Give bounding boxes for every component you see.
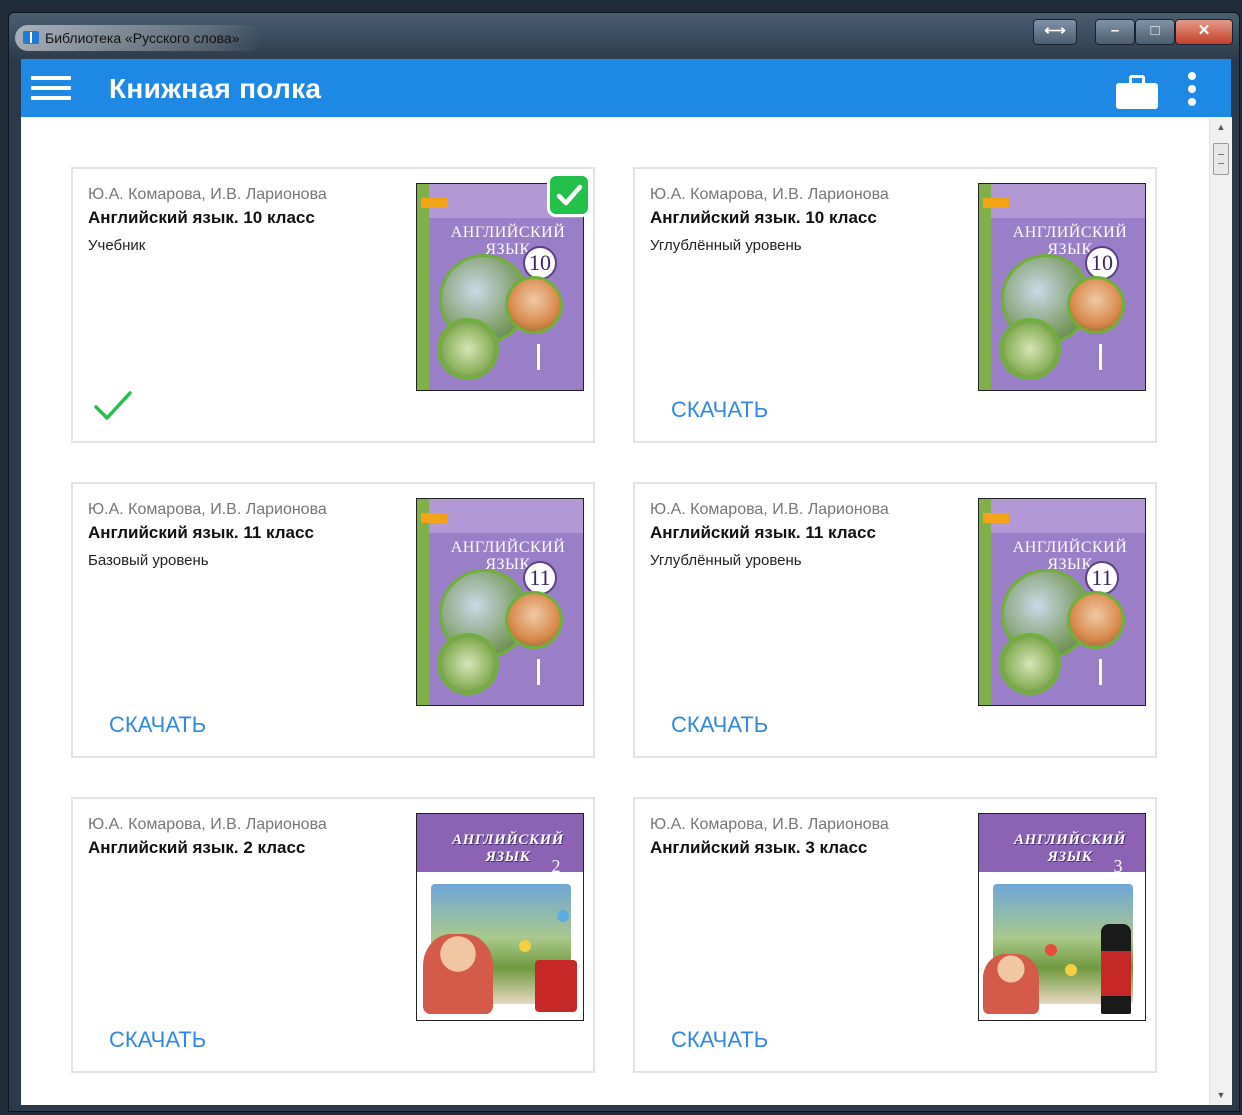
app-bar: Книжная полка [21, 59, 1231, 117]
download-button[interactable]: СКАЧАТЬ [671, 397, 768, 423]
download-button[interactable]: СКАЧАТЬ [671, 712, 768, 738]
book-title: Английский язык. 11 класс [88, 523, 314, 542]
cover-title: АНГЛИЙСКИЙ ЯЗЫК [450, 224, 566, 258]
cover-grade: 10 [523, 246, 557, 280]
book-cover[interactable]: АНГЛИЙСКИЙ ЯЗЫК 11 [416, 498, 584, 706]
vertical-scrollbar[interactable]: ▲ ▼ [1209, 117, 1232, 1105]
book-card[interactable]: Ю.А. Комарова, И.В. Ларионова Английский… [71, 482, 595, 758]
scroll-up-arrow-icon[interactable]: ▲ [1210, 117, 1232, 137]
hamburger-menu-icon[interactable] [31, 76, 71, 100]
book-subtitle: Углублённый уровень [650, 237, 802, 254]
book-title: Английский язык. 3 класс [650, 838, 868, 857]
book-title: Английский язык. 10 класс [650, 208, 877, 227]
book-cover[interactable]: АНГЛИЙСКИЙ ЯЗЫК 11 [978, 498, 1146, 706]
window-title: Библиотека «Русского слова» [45, 30, 240, 46]
book-title: Английский язык. 10 класс [88, 208, 315, 227]
close-icon[interactable]: ✕ [1175, 19, 1233, 45]
app-client-area: Книжная полка ▲ ▼ Ю.А. Комарова, И.В. Ла… [21, 59, 1232, 1105]
book-card[interactable]: Ю.А. Комарова, И.В. Ларионова Английский… [71, 167, 595, 443]
book-title: Английский язык. 2 класс [88, 838, 306, 857]
downloaded-check-icon [93, 389, 133, 423]
resize-arrows-icon[interactable]: ⟷ [1033, 19, 1077, 45]
book-authors: Ю.А. Комарова, И.В. Ларионова [650, 501, 889, 518]
cover-grade: 10 [1085, 246, 1119, 280]
book-cover[interactable]: АНГЛИЙСКИЙ ЯЗЫК 2 [416, 813, 584, 1021]
book-card[interactable]: Ю.А. Комарова, И.В. Ларионова Английский… [633, 167, 1157, 443]
scroll-thumb[interactable] [1213, 143, 1229, 175]
cover-title: АНГЛИЙСКИЙ ЯЗЫК [1012, 224, 1128, 258]
book-authors: Ю.А. Комарова, И.В. Ларионова [650, 816, 889, 833]
briefcase-icon[interactable] [1116, 75, 1158, 109]
book-cover[interactable]: АНГЛИЙСКИЙ ЯЗЫК 3 [978, 813, 1146, 1021]
book-title: Английский язык. 11 класс [650, 523, 876, 542]
book-card[interactable]: Ю.А. Комарова, И.В. Ларионова Английский… [633, 797, 1157, 1073]
book-authors: Ю.А. Комарова, И.В. Ларионова [650, 186, 889, 203]
cover-grade: 11 [523, 561, 557, 595]
scroll-down-arrow-icon[interactable]: ▼ [1210, 1085, 1232, 1105]
title-bar[interactable]: Библиотека «Русского слова» ⟷ – □ ✕ [9, 13, 1239, 59]
cover-title: АНГЛИЙСКИЙ ЯЗЫК [1012, 539, 1128, 573]
book-subtitle: Учебник [88, 237, 146, 254]
book-icon [23, 31, 39, 44]
cover-grade: 2 [551, 856, 561, 876]
book-authors: Ю.А. Комарова, И.В. Ларионова [88, 816, 327, 833]
download-button[interactable]: СКАЧАТЬ [109, 1027, 206, 1053]
book-card[interactable]: Ю.А. Комарова, И.В. Ларионова Английский… [633, 482, 1157, 758]
book-authors: Ю.А. Комарова, И.В. Ларионова [88, 501, 327, 518]
book-subtitle: Базовый уровень [88, 552, 209, 569]
minimize-icon[interactable]: – [1095, 19, 1135, 45]
cover-title: АНГЛИЙСКИЙ ЯЗЫК [450, 539, 566, 573]
maximize-icon[interactable]: □ [1135, 19, 1175, 45]
cover-grade: 3 [1113, 856, 1123, 876]
cover-grade: 11 [1085, 561, 1119, 595]
downloaded-badge-icon [547, 173, 591, 217]
book-card[interactable]: Ю.А. Комарова, И.В. Ларионова Английский… [71, 797, 595, 1073]
book-authors: Ю.А. Комарова, И.В. Ларионова [88, 186, 327, 203]
book-subtitle: Углублённый уровень [650, 552, 802, 569]
window-title-pill: Библиотека «Русского слова» [15, 25, 262, 51]
page-title: Книжная полка [109, 73, 322, 104]
more-vertical-icon[interactable] [1186, 72, 1198, 106]
book-cover[interactable]: АНГЛИЙСКИЙ ЯЗЫК 10 [978, 183, 1146, 391]
app-window: Библиотека «Русского слова» ⟷ – □ ✕ Книж… [8, 12, 1240, 1112]
download-button[interactable]: СКАЧАТЬ [109, 712, 206, 738]
download-button[interactable]: СКАЧАТЬ [671, 1027, 768, 1053]
